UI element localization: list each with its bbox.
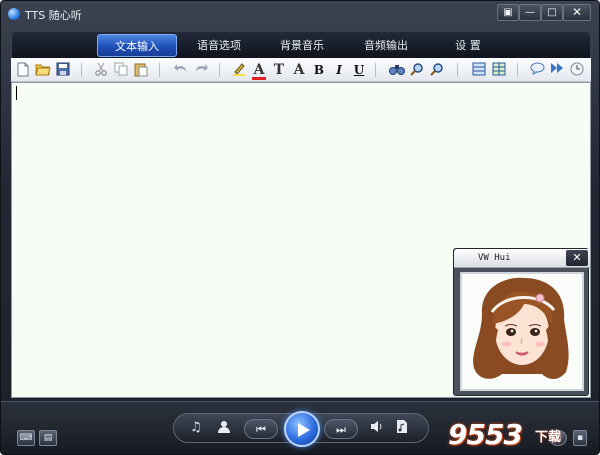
copy-icon[interactable] — [113, 62, 129, 78]
toolbar-separator — [517, 63, 518, 77]
toolbar-separator — [81, 63, 82, 77]
table-icon[interactable] — [471, 62, 487, 78]
highlight-pen-icon[interactable] — [231, 62, 247, 78]
voice-panel-header[interactable]: VW Hui ✕ — [454, 249, 590, 268]
person-icon[interactable] — [218, 420, 230, 436]
pin-icon[interactable]: ▪ — [573, 430, 587, 446]
tab-background-music[interactable]: 背景音乐 — [262, 34, 342, 57]
tab-bar: 文本输入 语音选项 背景音乐 音频输出 设 置 — [11, 31, 591, 58]
tab-voice-options[interactable]: 语音选项 — [179, 34, 259, 57]
toolbar-separator — [375, 63, 376, 77]
voice-name: VW Hui — [478, 253, 511, 263]
cut-icon[interactable] — [93, 62, 109, 78]
voice-panel-close-button[interactable]: ✕ — [566, 250, 588, 266]
next-button[interactable]: ⏭ — [324, 419, 358, 439]
speaker-icon[interactable] — [370, 420, 384, 436]
minimize-button[interactable]: — — [519, 4, 541, 21]
previous-button[interactable]: ⏮ — [244, 419, 278, 439]
keyboard-icon[interactable]: ⌨ — [17, 430, 35, 446]
dropdown-box-icon: ▣ — [503, 7, 513, 18]
replace-icon[interactable] — [429, 62, 445, 78]
find-icon[interactable] — [389, 62, 405, 78]
find-next-icon[interactable] — [409, 62, 425, 78]
open-folder-icon[interactable] — [35, 62, 51, 78]
window-title: TTS 随心听 — [25, 9, 82, 22]
toolbar-separator — [457, 63, 458, 77]
toolbar-separator — [219, 63, 220, 77]
tab-audio-output[interactable]: 音频输出 — [346, 34, 426, 57]
minimize-icon: — — [525, 7, 535, 18]
close-button[interactable]: ✕ — [563, 4, 591, 21]
paste-icon[interactable] — [133, 62, 149, 78]
window-menu-button[interactable]: ▣ — [497, 4, 519, 21]
undo-icon[interactable] — [173, 62, 189, 78]
tab-settings[interactable]: 设 置 — [428, 34, 508, 57]
fast-forward-icon[interactable] — [549, 62, 565, 78]
title-bar[interactable]: TTS 随心听 ▣ — □ ✕ — [1, 1, 599, 27]
maximize-button[interactable]: □ — [541, 4, 563, 21]
toolbar-separator — [159, 63, 160, 77]
next-icon: ⏭ — [336, 423, 346, 436]
redo-icon[interactable] — [193, 62, 209, 78]
play-icon — [298, 423, 310, 437]
clock-icon[interactable] — [569, 62, 585, 78]
previous-icon: ⏮ — [256, 423, 266, 436]
play-button[interactable] — [284, 411, 320, 447]
close-icon: ✕ — [571, 5, 583, 19]
speech-bubble-icon[interactable] — [529, 62, 545, 78]
text-caret — [16, 86, 17, 100]
window-icon[interactable]: ▤ — [39, 430, 57, 446]
voice-avatar-portrait — [460, 272, 584, 391]
watermark-text: 9553 — [448, 418, 523, 451]
italic-icon[interactable]: I — [331, 62, 347, 78]
voice-avatar-panel: VW Hui ✕ — [453, 248, 590, 396]
underline-icon[interactable]: U — [351, 62, 367, 78]
app-window: TTS 随心听 ▣ — □ ✕ 文本输入 语音选项 背景音乐 音频输出 设 置 — [0, 0, 600, 455]
font-color-icon[interactable]: A — [251, 62, 267, 80]
grid-icon[interactable] — [491, 62, 507, 78]
bold-icon[interactable]: B — [311, 62, 327, 78]
close-icon: ✕ — [572, 251, 582, 264]
font-size-icon[interactable]: A — [291, 62, 307, 78]
new-document-icon[interactable] — [15, 62, 31, 78]
app-logo-icon — [8, 8, 20, 20]
font-icon[interactable]: T — [271, 62, 287, 78]
font-color-letter: A — [253, 62, 265, 78]
watermark-suffix: 下载 — [535, 430, 562, 445]
tab-text-input[interactable]: 文本输入 — [97, 34, 177, 57]
audio-file-icon[interactable] — [396, 419, 408, 437]
maximize-icon: □ — [547, 7, 557, 18]
save-icon[interactable] — [55, 62, 71, 78]
music-note-icon[interactable]: ♫ — [190, 420, 202, 435]
editor-toolbar: A T A B I U — [11, 58, 591, 82]
